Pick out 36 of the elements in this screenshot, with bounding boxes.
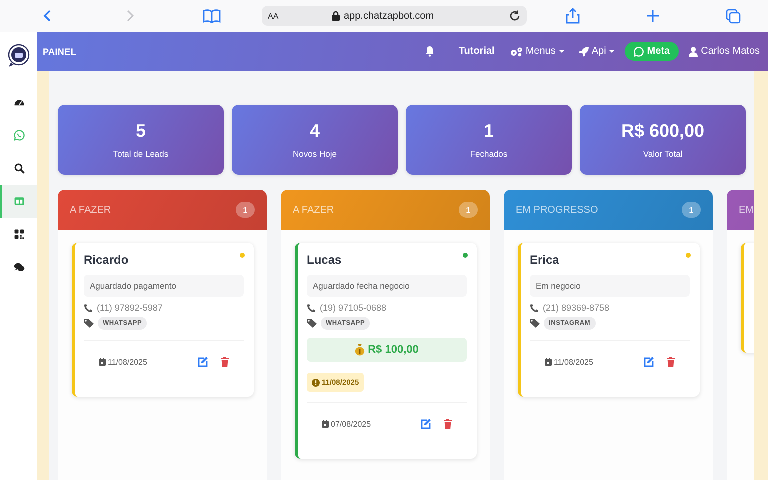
lead-name: Lucas — [307, 253, 343, 267]
lead-note: Em negocio — [530, 275, 690, 297]
url-text: app.chatzapbot.com — [344, 10, 434, 22]
stat-value: R$ 600,00 — [621, 121, 705, 142]
tutorial-link[interactable]: Tutorial — [458, 46, 495, 57]
user-menu[interactable]: Carlos Matos — [689, 46, 760, 57]
stat-value: 1 — [484, 121, 494, 142]
menus-dropdown[interactable]: Menus — [510, 46, 565, 57]
created-date: 07/08/2025 — [331, 420, 372, 428]
created-date: 11/08/2025 — [108, 358, 148, 366]
stat-label: Total de Leads — [113, 149, 169, 159]
lead-name: Ricardo — [84, 253, 130, 267]
phone-number: (19) 97105-0688 — [320, 303, 387, 313]
column-title: A FAZER — [70, 204, 112, 216]
column-title: A FAZER — [293, 204, 334, 216]
lead-note: Aguardado pagamento — [84, 275, 244, 297]
stat-value: 4 — [310, 121, 320, 142]
created-date: 11/08/2025 — [554, 358, 594, 366]
count-badge: 1 — [236, 202, 255, 218]
stat-value: 5 — [136, 121, 146, 142]
deal-value: R$ 100,00 — [307, 338, 467, 362]
count-badge: 1 — [682, 202, 701, 218]
api-dropdown[interactable]: Api — [578, 46, 616, 57]
count-badge: 1 — [459, 202, 478, 218]
stat-label: Fechados — [470, 149, 508, 159]
lead-note: Aguardado fecha negocio — [307, 275, 467, 297]
page-title: PAINEL — [43, 46, 77, 56]
address-field[interactable]: AA app.chatzapbot.com — [262, 6, 527, 26]
stat-label: Valor Total — [643, 149, 683, 159]
phone-number: (11) 97892-5987 — [97, 303, 163, 313]
column-title: EM PROGRESSO — [516, 204, 598, 216]
phone-number: (21) 89369-8758 — [543, 303, 610, 313]
stat-label: Novos Hoje — [293, 149, 337, 159]
text-size-button[interactable]: AA — [268, 12, 328, 20]
column-title: EM — [739, 204, 754, 216]
lead-name: Erica — [530, 253, 560, 267]
